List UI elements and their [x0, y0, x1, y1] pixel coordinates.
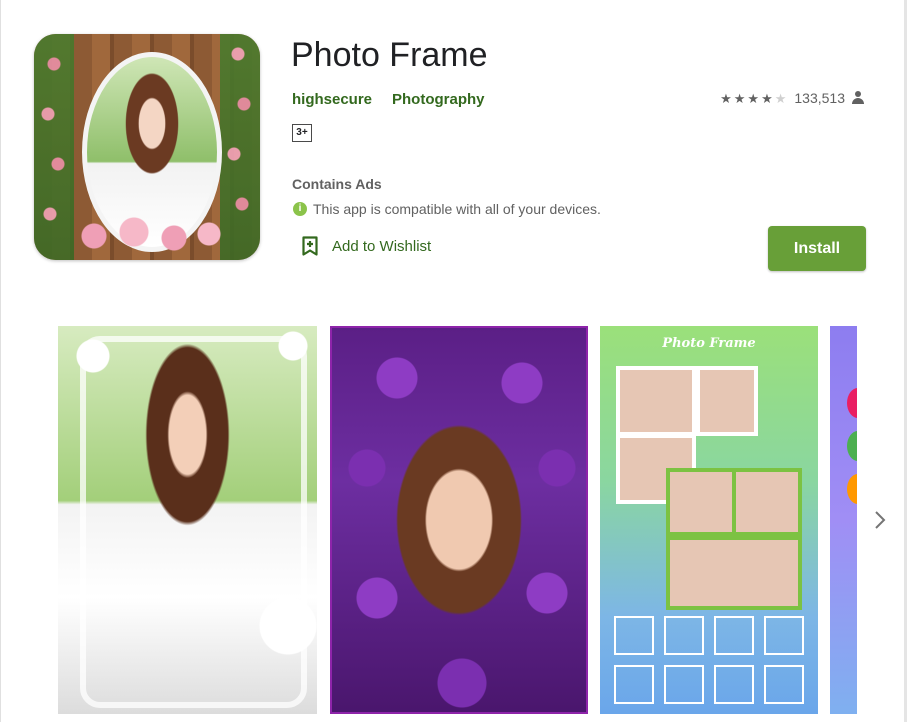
screenshot-2[interactable] [330, 326, 588, 714]
person-icon [851, 91, 865, 105]
compatibility-notice: i This app is compatible with all of you… [293, 201, 601, 217]
screenshot-decor [847, 388, 857, 418]
next-screenshot-button[interactable] [868, 506, 892, 534]
contains-ads-label: Contains Ads [292, 176, 382, 192]
screenshot-3[interactable]: Photo Frame [600, 326, 818, 714]
category-link[interactable]: Photography [392, 91, 485, 108]
app-title: Photo Frame [291, 36, 488, 74]
rating-summary: ★ ★ ★ ★ ★ 133,513 [720, 90, 865, 106]
icon-vine-right [220, 34, 260, 260]
chevron-right-icon [875, 511, 886, 529]
icon-flowers [74, 214, 224, 254]
screenshot-4[interactable] [830, 326, 857, 714]
screenshot-1[interactable] [58, 326, 317, 714]
developer-link[interactable]: highsecure [292, 91, 372, 108]
star-icon: ★ [747, 90, 760, 106]
info-icon: i [293, 202, 307, 216]
collage-tile [666, 468, 736, 536]
star-icon: ★ [733, 90, 746, 106]
install-button[interactable]: Install [768, 226, 866, 271]
screenshot-decor [847, 431, 857, 461]
star-empty-icon: ★ [774, 90, 787, 106]
collage-tile [696, 366, 758, 436]
content-rating-badge: 3+ [292, 124, 312, 142]
app-icon [34, 34, 260, 260]
collage-tile [616, 366, 696, 436]
screenshot-banner-text: Photo Frame [662, 336, 756, 351]
add-to-wishlist-button[interactable]: Add to Wishlist [302, 236, 431, 256]
collage-tile [732, 468, 802, 536]
bookmark-add-icon [302, 236, 318, 256]
layout-grid [614, 616, 804, 704]
compatibility-text: This app is compatible with all of your … [313, 201, 601, 217]
wishlist-label: Add to Wishlist [332, 237, 432, 255]
rating-count: 133,513 [794, 90, 845, 106]
icon-vine-left [34, 34, 74, 260]
star-icon: ★ [720, 90, 732, 106]
star-icon: ★ [761, 90, 773, 106]
collage-tile [666, 536, 802, 610]
page-border-left [0, 0, 1, 722]
rating-stars: ★ ★ ★ ★ ★ [720, 92, 788, 105]
screenshot-decor [847, 474, 857, 504]
